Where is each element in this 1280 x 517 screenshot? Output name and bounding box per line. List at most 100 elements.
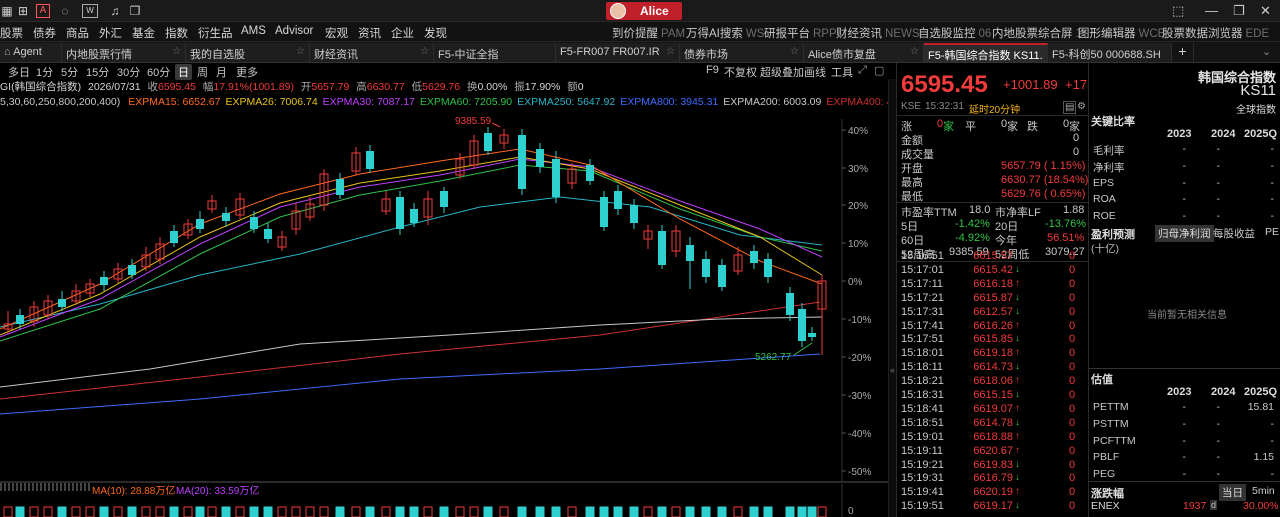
menu-graph-editor[interactable]: 图形编辑器 WCB	[1078, 25, 1165, 41]
close-icon[interactable]: ✕	[1260, 3, 1271, 19]
pin-icon[interactable]: ☆	[790, 46, 799, 57]
candle-body	[16, 315, 24, 324]
menu-research[interactable]: 研报平台 RPP	[764, 25, 837, 41]
forecast-tab-eps[interactable]: 每股收益	[1213, 226, 1255, 241]
ema-curve	[0, 353, 821, 415]
maximize-icon[interactable]: ❐	[1233, 3, 1245, 19]
candle-body	[410, 209, 418, 223]
volume-bar	[643, 506, 653, 517]
menu-discover[interactable]: 发现	[424, 25, 447, 41]
tab-csi-all[interactable]: F5-中证全指 000985.C:	[434, 43, 556, 62]
period-15min[interactable]: 15分	[86, 64, 109, 80]
menu-fin-news[interactable]: 财经资讯 NEWS	[836, 25, 920, 41]
tab-fr007[interactable]: F5-FR007 FR007.IR ☆	[556, 43, 680, 62]
volume-bar	[629, 506, 639, 517]
f9-button[interactable]: F9	[706, 64, 719, 76]
user-chip[interactable]: Alice	[606, 2, 682, 20]
volume-bar	[657, 506, 667, 517]
overlay-button[interactable]: 超级叠加	[760, 64, 804, 80]
period-month[interactable]: 月	[216, 64, 227, 80]
menu-macro[interactable]: 宏观	[325, 25, 348, 41]
candle-body	[750, 251, 758, 263]
menu-fx[interactable]: 外汇	[99, 25, 122, 41]
period-day[interactable]: 日	[175, 64, 192, 80]
tab-watchlist[interactable]: 我的自选股 ☆	[186, 43, 310, 62]
forecast-tab-pe[interactable]: PE	[1265, 226, 1279, 238]
settings-icon[interactable]: ⚙	[1077, 101, 1086, 112]
menu-watch-monitor[interactable]: 自选股监控 06	[918, 25, 991, 41]
period-more[interactable]: 更多	[236, 64, 258, 80]
movers-tab-day[interactable]: 当日	[1219, 484, 1246, 501]
menu-price-alert[interactable]: 到价提醒 PAM	[612, 25, 685, 41]
menu-derivative[interactable]: 衍生品	[198, 25, 233, 41]
period-week[interactable]: 周	[197, 64, 208, 80]
pin-icon[interactable]: ☆	[420, 46, 429, 57]
pin-icon[interactable]: ☆	[666, 46, 675, 57]
candle-body	[686, 245, 694, 261]
period-30min[interactable]: 30分	[117, 64, 140, 80]
menu-enterprise[interactable]: 企业	[391, 25, 414, 41]
tab-agent[interactable]: ⌂ Agent	[0, 43, 62, 62]
tick-row: 15:19:31 6616.79 ↓ 0	[897, 472, 1089, 486]
tab-cn-quotes[interactable]: 内地股票行情 ☆	[62, 43, 186, 62]
volume-bar	[15, 506, 25, 517]
menu-commodity[interactable]: 商品	[66, 25, 89, 41]
tick-row: 15:18:41 6619.07 ↑ 0	[897, 403, 1089, 417]
valuation-row-label: PBLF	[1093, 451, 1120, 464]
period-5min[interactable]: 5分	[61, 64, 78, 80]
menu-bond[interactable]: 债券	[33, 25, 56, 41]
mover-name[interactable]: ENEX	[1091, 500, 1120, 512]
period-1min[interactable]: 1分	[36, 64, 53, 80]
y-axis-label: 10%	[848, 239, 868, 250]
tab-list-icon[interactable]: ⌄	[1262, 45, 1271, 58]
tab-kospi[interactable]: F5-韩国综合指数 KS11.	[924, 43, 1048, 62]
app-icon[interactable]: ▦	[0, 4, 14, 18]
tick-volume: 0	[1069, 250, 1076, 262]
tab-bond-market[interactable]: 债券市场 ☆	[680, 43, 804, 62]
chart-canvas[interactable]: 40% 30% 20% 10% 0% -10% -20% -30% -40% -50% 9385.5…	[0, 79, 888, 517]
tick-list[interactable]: 15:16:51 6615.57 0 15:17:01 6615.42 ↓ 0 15:17:1…	[897, 250, 1089, 517]
period-60min[interactable]: 60分	[147, 64, 170, 80]
grid-icon[interactable]: ⊞	[16, 4, 30, 18]
restore-small-icon[interactable]: ⬚	[1172, 3, 1184, 19]
expand-icon[interactable]: ⤢	[858, 64, 867, 77]
chat-icon[interactable]: ◌	[58, 4, 72, 18]
menu-index[interactable]: 指数	[165, 25, 188, 41]
menu-ams[interactable]: AMS	[241, 25, 266, 37]
copy-icon[interactable]: ❐	[128, 4, 142, 18]
depth-icon[interactable]: ▤	[1063, 101, 1077, 114]
window-icon[interactable]: ▢	[874, 64, 884, 77]
tab-fin-news[interactable]: 财经资讯 ☆	[310, 43, 434, 62]
kline-chart[interactable]: 40% 30% 20% 10% 0% -10% -20% -30% -40% -50% 9385.5…	[0, 79, 888, 517]
pdf-icon[interactable]: A	[36, 4, 50, 18]
draw-line-button[interactable]: 画线	[804, 64, 826, 80]
menu-ai-search[interactable]: 万得AI搜索 WS	[686, 25, 764, 41]
tools-button[interactable]: 工具	[831, 64, 853, 80]
adjust-button[interactable]: 不复权	[724, 64, 757, 80]
menu-stock[interactable]: 股票	[0, 25, 23, 41]
pin-icon[interactable]: ☆	[910, 46, 919, 57]
menu-fund[interactable]: 基金	[132, 25, 155, 41]
volume-bar	[785, 506, 795, 517]
new-tab-button[interactable]: +	[1172, 43, 1194, 62]
bell-icon[interactable]: ♫	[108, 4, 122, 18]
minimize-icon[interactable]: —	[1205, 3, 1218, 18]
menu-data-browser[interactable]: 股票数据浏览器 EDE	[1162, 25, 1269, 41]
menu-cn-screen[interactable]: 内地股票综合屏 1	[992, 25, 1082, 41]
candle-body	[250, 217, 258, 229]
forecast-tab-profit[interactable]: 归母净利润	[1155, 225, 1214, 242]
tab-star50[interactable]: F5-科创50 000688.SH	[1048, 43, 1172, 62]
period-multiday[interactable]: 多日	[8, 64, 30, 80]
collapse-icon[interactable]: «	[890, 365, 895, 375]
movers-tab-5min[interactable]: 5min	[1252, 485, 1275, 497]
pin-icon[interactable]: ☆	[296, 46, 305, 57]
val-year-0: 2023	[1167, 386, 1192, 398]
pin-icon[interactable]: ☆	[172, 46, 181, 57]
tab-bond-review[interactable]: Alice债市复盘 ☆	[804, 43, 924, 62]
menu-advisor[interactable]: Advisor	[275, 25, 313, 37]
menu-news[interactable]: 资讯	[358, 25, 381, 41]
tick-price: 6614.78	[973, 416, 1013, 429]
tick-volume: 0	[1069, 416, 1076, 429]
wps-icon[interactable]: W	[82, 4, 98, 18]
panel-collapse-handle[interactable]: «	[888, 79, 896, 517]
